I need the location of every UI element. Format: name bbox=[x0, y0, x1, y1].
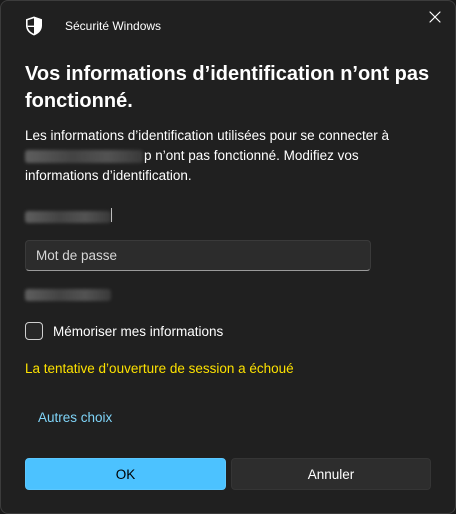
close-icon bbox=[429, 10, 441, 28]
shield-icon bbox=[25, 16, 43, 36]
redacted-domain bbox=[25, 289, 111, 301]
message-line-1: Les informations d’identification utilis… bbox=[25, 128, 389, 143]
dialog-message: Les informations d’identification utilis… bbox=[25, 126, 425, 186]
credential-dialog: Sécurité Windows Vos informations d’iden… bbox=[0, 0, 456, 514]
remember-label: Mémoriser mes informations bbox=[53, 323, 224, 339]
cancel-button[interactable]: Annuler bbox=[231, 458, 431, 490]
redacted-server-name bbox=[25, 149, 143, 163]
redacted-username bbox=[25, 211, 111, 223]
dialog-heading: Vos informations d’identification n’ont … bbox=[25, 63, 430, 112]
close-button[interactable] bbox=[419, 3, 451, 35]
checkbox-box[interactable] bbox=[25, 322, 43, 340]
title-bar: Sécurité Windows bbox=[1, 1, 455, 51]
error-message: La tentative d’ouverture de session a éc… bbox=[25, 361, 294, 376]
password-input[interactable] bbox=[25, 240, 371, 271]
ok-button[interactable]: OK bbox=[25, 458, 226, 490]
more-choices-link[interactable]: Autres choix bbox=[38, 410, 112, 425]
username-cursor bbox=[111, 208, 112, 222]
remember-credentials-checkbox[interactable]: Mémoriser mes informations bbox=[25, 320, 223, 342]
app-title: Sécurité Windows bbox=[65, 19, 162, 33]
